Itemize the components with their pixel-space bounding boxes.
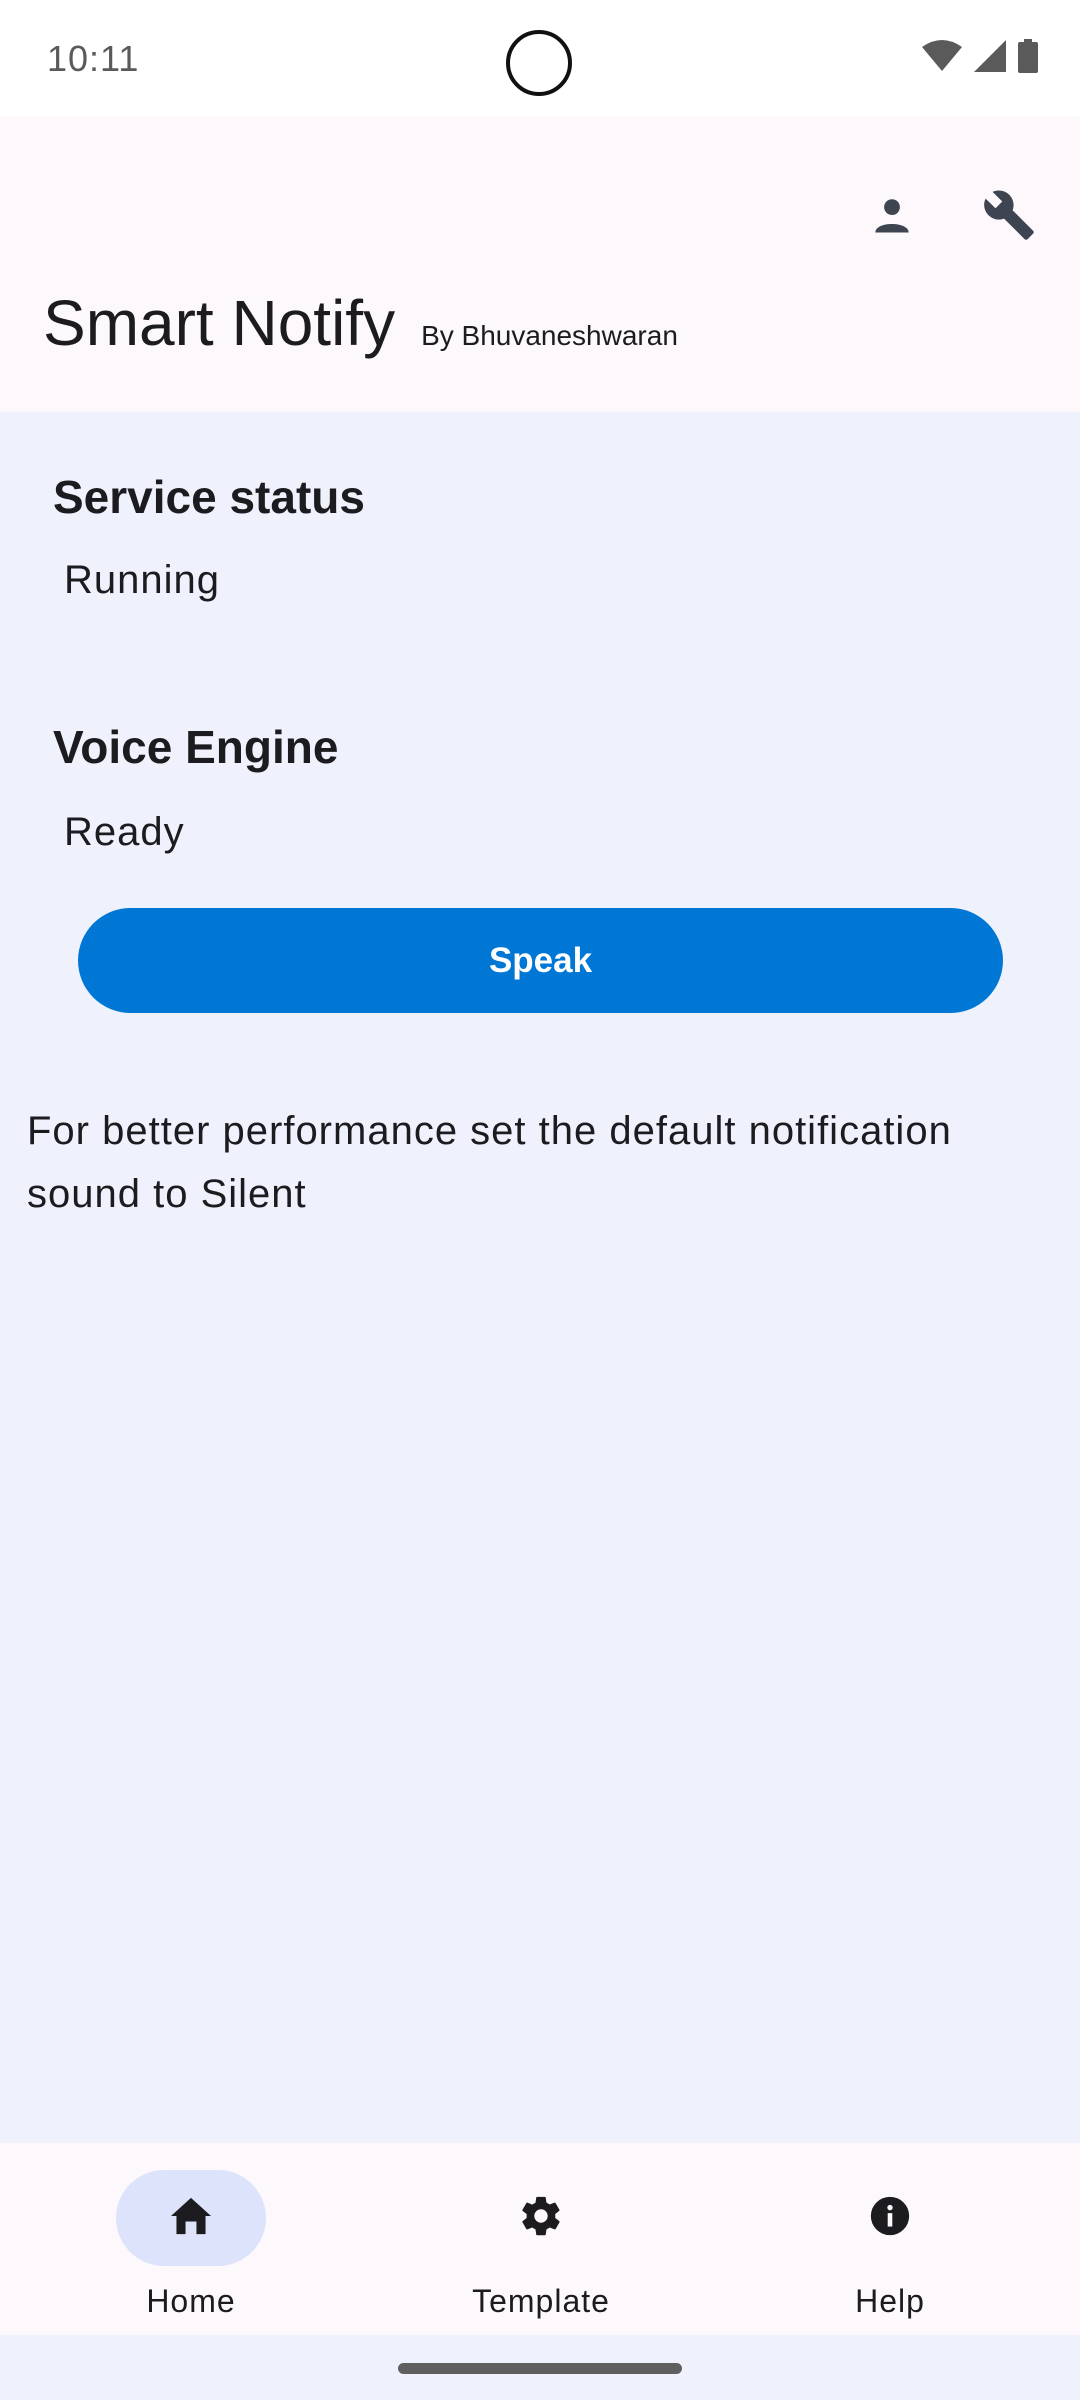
top-app-bar: Smart Notify By Bhuvaneshwaran xyxy=(0,116,1080,412)
nav-item-help[interactable]: Help xyxy=(740,2143,1040,2335)
voice-engine-value: Ready xyxy=(64,810,185,854)
app-screen: 10:11 Smart Notify By Bhuvaneshwaran Ser… xyxy=(0,0,1080,2400)
wrench-icon xyxy=(982,188,1036,247)
home-icon xyxy=(169,2196,213,2241)
service-status-heading: Service status xyxy=(53,471,365,523)
camera-cutout xyxy=(506,30,572,96)
status-bar: 10:11 xyxy=(0,0,1080,116)
performance-tip: For better performance set the default n… xyxy=(27,1109,952,1216)
nav-label-help: Help xyxy=(855,2283,925,2319)
nav-item-home[interactable]: Home xyxy=(41,2143,341,2335)
gesture-navigation-bar[interactable] xyxy=(398,2363,682,2374)
nav-active-indicator xyxy=(116,2170,266,2266)
bottom-navigation: Home Template Help xyxy=(0,2143,1080,2335)
cell-signal-icon xyxy=(974,39,1006,77)
status-time: 10:11 xyxy=(47,38,140,79)
profile-button[interactable] xyxy=(847,172,937,262)
status-icons xyxy=(922,38,1038,78)
nav-icon-container xyxy=(466,2170,616,2266)
app-title: Smart Notify xyxy=(43,287,396,359)
info-icon xyxy=(867,2193,913,2244)
nav-label-home: Home xyxy=(146,2283,236,2319)
voice-engine-heading: Voice Engine xyxy=(53,721,339,773)
app-subtitle: By Bhuvaneshwaran xyxy=(421,320,678,351)
battery-icon xyxy=(1018,38,1038,78)
service-status-value: Running xyxy=(64,558,221,602)
wifi-icon xyxy=(922,39,962,77)
person-icon xyxy=(871,194,913,241)
nav-label-template: Template xyxy=(472,2283,610,2319)
speak-button[interactable]: Speak xyxy=(78,908,1003,1013)
nav-item-template[interactable]: Template xyxy=(391,2143,691,2335)
tools-button[interactable] xyxy=(964,172,1054,262)
nav-icon-container xyxy=(815,2170,965,2266)
gear-icon xyxy=(518,2193,564,2244)
title-row: Smart Notify By Bhuvaneshwaran xyxy=(43,286,678,360)
